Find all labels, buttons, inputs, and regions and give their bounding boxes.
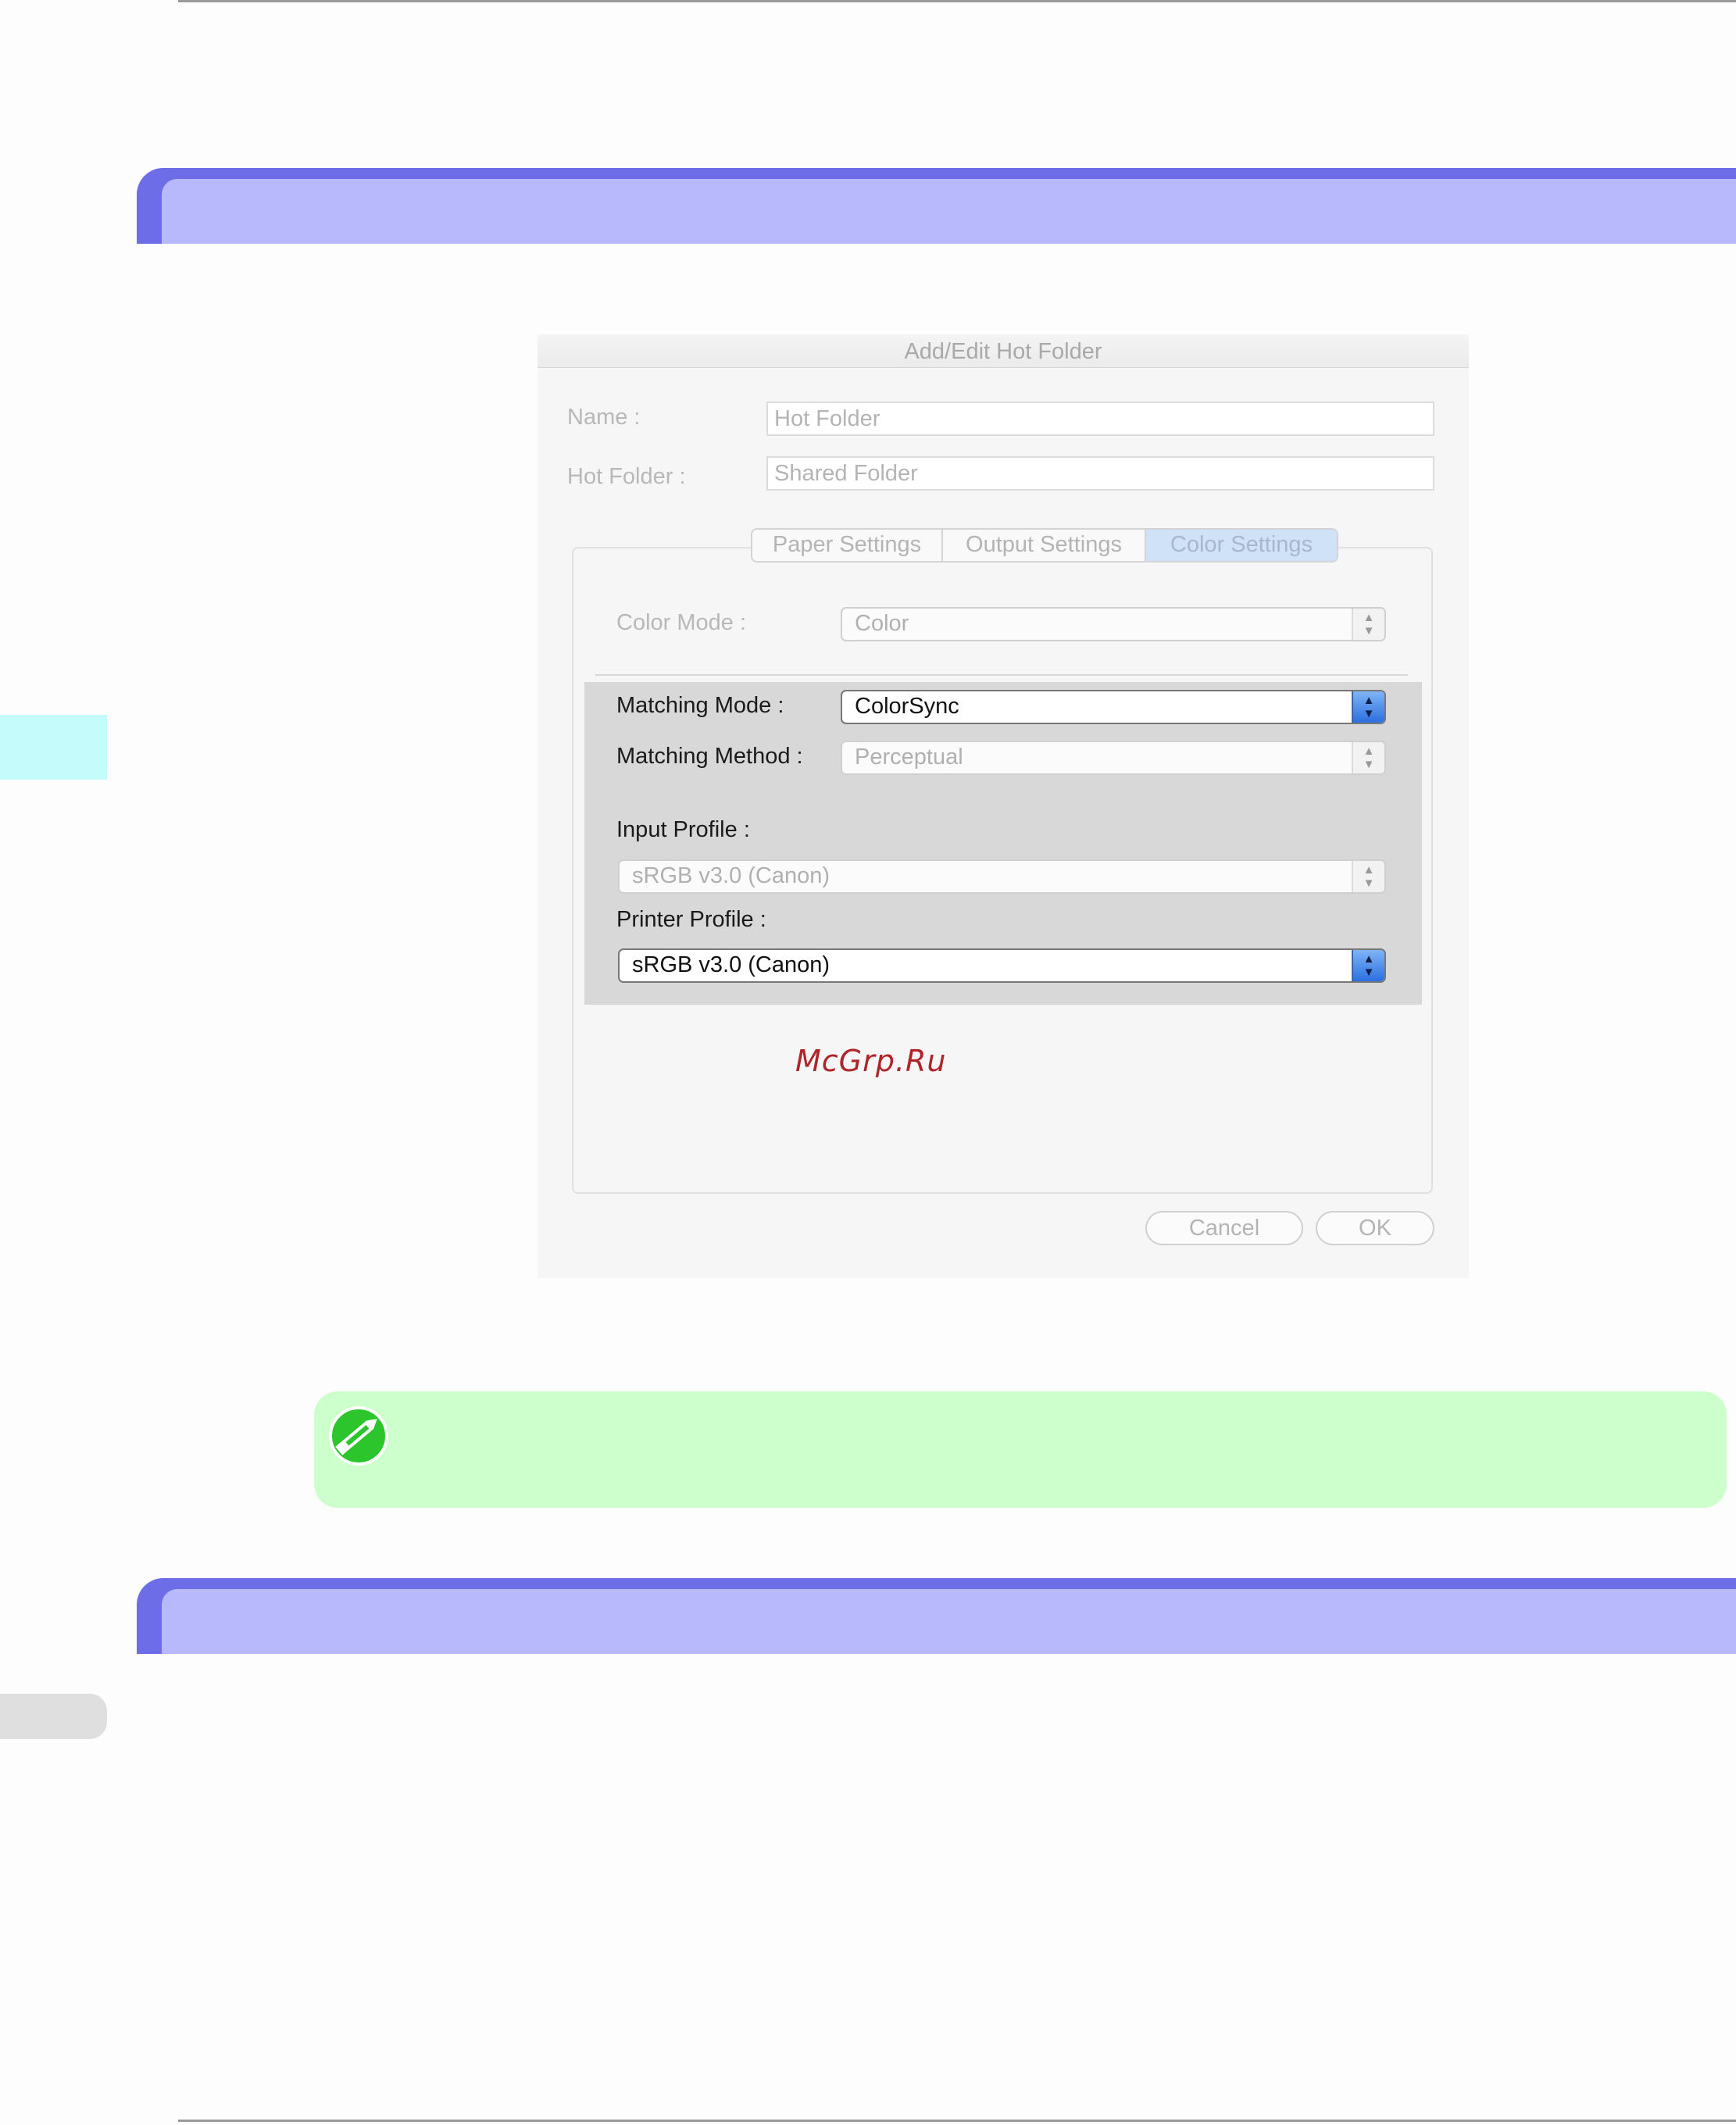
note-box — [314, 1391, 1727, 1508]
printer-profile-select[interactable]: sRGB v3.0 (Canon) ▲ ▼ — [618, 948, 1386, 983]
up-down-arrows-icon: ▲ ▼ — [1352, 950, 1384, 981]
matching-mode-label: Matching Mode : — [616, 693, 784, 718]
tab-color-settings[interactable]: Color Settings — [1146, 530, 1337, 561]
dialog-title: Add/Edit Hot Folder — [904, 339, 1102, 364]
ok-button[interactable]: OK — [1316, 1211, 1434, 1245]
settings-tabs: Paper Settings Output Settings Color Set… — [751, 528, 1338, 562]
printer-profile-value: sRGB v3.0 (Canon) — [632, 952, 830, 977]
color-mode-select[interactable]: Color ▲ ▼ — [841, 607, 1386, 641]
up-down-arrows-icon: ▲ ▼ — [1352, 861, 1384, 892]
input-profile-select[interactable]: sRGB v3.0 (Canon) ▲ ▼ — [618, 859, 1386, 894]
hot-folder-label: Hot Folder : — [567, 464, 686, 489]
chapter-side-tab — [0, 715, 107, 780]
matching-mode-value: ColorSync — [855, 694, 959, 719]
dialog-titlebar: Add/Edit Hot Folder — [538, 334, 1469, 368]
bottom-rule — [178, 2120, 1736, 2122]
section-header-bar — [137, 168, 1736, 244]
matching-method-label: Matching Method : — [616, 744, 803, 769]
matching-method-select[interactable]: Perceptual ▲ ▼ — [841, 741, 1386, 775]
divider — [595, 674, 1408, 676]
pencil-note-icon — [329, 1406, 388, 1466]
up-down-arrows-icon: ▲ ▼ — [1352, 691, 1384, 723]
section-header-bar — [137, 1578, 1736, 1654]
cancel-button[interactable]: Cancel — [1145, 1211, 1303, 1245]
tab-output-settings[interactable]: Output Settings — [943, 530, 1146, 561]
input-profile-label: Input Profile : — [616, 817, 750, 842]
add-edit-hot-folder-dialog: Add/Edit Hot Folder Name : Hot Folder Ho… — [538, 334, 1469, 1278]
printer-profile-label: Printer Profile : — [616, 907, 766, 932]
matching-mode-select[interactable]: ColorSync ▲ ▼ — [841, 690, 1386, 724]
input-profile-value: sRGB v3.0 (Canon) — [632, 863, 830, 888]
top-rule — [178, 0, 1736, 2]
color-mode-value: Color — [855, 611, 909, 636]
name-field[interactable]: Hot Folder — [766, 402, 1434, 436]
hot-folder-field[interactable]: Shared Folder — [766, 456, 1434, 491]
watermark-text: McGrp.Ru — [795, 1044, 947, 1078]
name-label: Name : — [567, 405, 641, 430]
up-down-arrows-icon: ▲ ▼ — [1352, 742, 1384, 773]
tab-paper-settings[interactable]: Paper Settings — [752, 530, 943, 561]
page-side-tab — [0, 1694, 107, 1739]
color-mode-label: Color Mode : — [616, 610, 747, 635]
up-down-arrows-icon: ▲ ▼ — [1352, 609, 1384, 640]
matching-method-value: Perceptual — [855, 745, 963, 770]
